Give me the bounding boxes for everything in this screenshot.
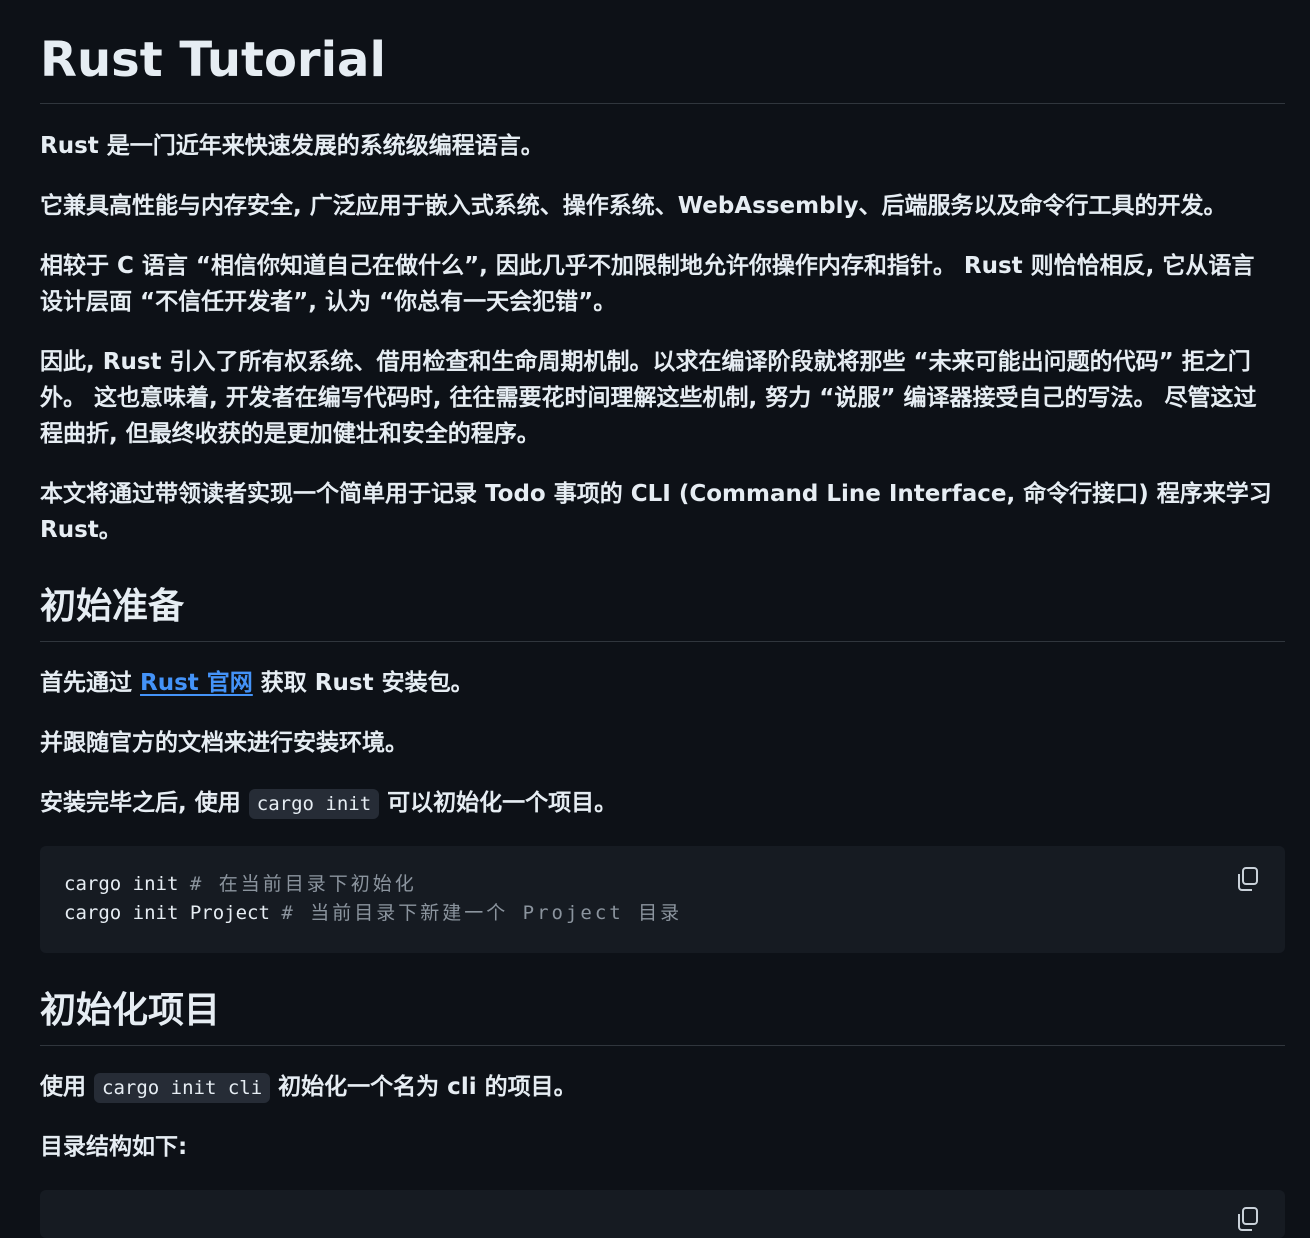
intro-paragraph-4-line-1: 因此, Rust 引入了所有权系统、借用检查和生命周期机制。以求在编译阶段就将那… <box>40 349 1251 375</box>
copy-icon <box>1233 864 1263 894</box>
code-line-1-command: cargo init <box>64 873 190 895</box>
code-block-cargo-init: cargo init # 在当前目录下初始化 cargo init Projec… <box>40 846 1285 953</box>
copy-button[interactable] <box>1233 864 1263 894</box>
setup-paragraph-1-text-before: 首先通过 <box>40 670 141 696</box>
setup-paragraph-1: 首先通过 Rust 官网 获取 Rust 安装包。 <box>40 665 1285 701</box>
intro-paragraph-1: Rust 是一门近年来快速发展的系统级编程语言。 <box>40 133 544 159</box>
setup-paragraph-1-text-after: 获取 Rust 安装包。 <box>252 670 474 696</box>
setup-paragraph-3-text-before: 安装完毕之后, 使用 <box>40 790 249 816</box>
rust-official-site-link[interactable]: Rust 官网 <box>140 670 253 696</box>
setup-paragraph-3: 安装完毕之后, 使用 cargo init 可以初始化一个项目。 <box>40 785 1285 822</box>
code-line-2-command: cargo init Project <box>64 902 282 924</box>
code-block-directory-structure <box>40 1190 1285 1238</box>
code-line-1-comment: # 在当前目录下初始化 <box>189 873 417 895</box>
init-project-paragraph-1: 使用 cargo init cli 初始化一个名为 cli 的项目。 <box>40 1069 1285 1106</box>
code-line-2-comment: # 当前目录下新建一个 Project 目录 <box>281 902 683 924</box>
section-heading-init-project: 初始化项目 <box>40 986 1285 1046</box>
intro-paragraph-5-line-2: Rust。 <box>40 517 122 543</box>
init-project-paragraph-2: 目录结构如下: <box>40 1134 188 1160</box>
intro-paragraph-2: 它兼具高性能与内存安全, 广泛应用于嵌入式系统、操作系统、WebAssembly… <box>40 193 1227 219</box>
intro-paragraph-3-line-2: 设计层面 “不信任开发者”, 认为 “你总有一天会犯错”。 <box>40 289 617 315</box>
inline-code-cargo-init-cli: cargo init cli <box>94 1073 271 1103</box>
intro-paragraph-4-line-3: 程曲折, 但最终收获的是更加健壮和安全的程序。 <box>40 421 540 447</box>
intro-paragraph-3: 相较于 C 语言 “相信你知道自己在做什么”, 因此几乎不加限制地允许你操作内存… <box>40 248 1285 320</box>
intro-paragraph-5-line-1: 本文将通过带领读者实现一个简单用于记录 Todo 事项的 CLI (Comman… <box>40 481 1272 507</box>
copy-icon <box>1233 1204 1263 1234</box>
section-heading-setup: 初始准备 <box>40 582 1285 642</box>
intro-paragraph-4-line-2: 外。 这也意味着, 开发者在编写代码时, 往往需要花时间理解这些机制, 努力 “… <box>40 385 1257 411</box>
init-project-paragraph-1-text-after: 初始化一个名为 cli 的项目。 <box>270 1074 577 1100</box>
setup-paragraph-2: 并跟随官方的文档来进行安装环境。 <box>40 730 408 756</box>
page-title: Rust Tutorial <box>40 0 1285 104</box>
article: Rust Tutorial Rust 是一门近年来快速发展的系统级编程语言。 它… <box>40 0 1285 1238</box>
copy-button[interactable] <box>1233 1204 1263 1234</box>
intro-paragraph-3-line-1: 相较于 C 语言 “相信你知道自己在做什么”, 因此几乎不加限制地允许你操作内存… <box>40 253 1255 279</box>
inline-code-cargo-init: cargo init <box>248 789 380 819</box>
init-project-paragraph-1-text-before: 使用 <box>40 1074 95 1100</box>
setup-paragraph-3-text-after: 可以初始化一个项目。 <box>379 790 618 816</box>
intro-paragraph-5: 本文将通过带领读者实现一个简单用于记录 Todo 事项的 CLI (Comman… <box>40 476 1285 548</box>
intro-paragraph-4: 因此, Rust 引入了所有权系统、借用检查和生命周期机制。以求在编译阶段就将那… <box>40 344 1285 452</box>
